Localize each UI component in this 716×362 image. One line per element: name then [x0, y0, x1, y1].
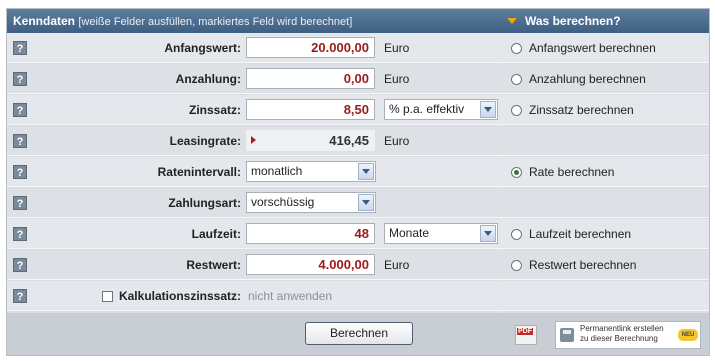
zinssatz-unit-value: % p.a. effektiv	[389, 102, 465, 116]
laufzeit-label: Laufzeit:	[191, 227, 241, 241]
row-anzahlung: ? Anzahlung: 0,00 Euro Anzahlung berechn…	[7, 64, 709, 94]
header-title-text: Kenndaten	[13, 14, 76, 28]
pdf-icon[interactable]: PDF	[515, 325, 537, 345]
anfangswert-input[interactable]: 20.000,00	[246, 37, 375, 58]
chevron-down-icon[interactable]	[480, 101, 496, 118]
footer-bar: Berechnen PDF Permanentlink erstellen zu…	[7, 313, 709, 355]
laufzeit-unit-select[interactable]: Monate	[384, 223, 498, 244]
help-icon[interactable]: ?	[13, 41, 27, 55]
row-laufzeit: ? Laufzeit: 48 Monate Laufzeit berechnen	[7, 219, 709, 249]
help-icon[interactable]: ?	[13, 196, 27, 210]
permalink-button[interactable]: Permanentlink erstellen zu dieser Berech…	[555, 321, 701, 349]
chevron-down-icon[interactable]	[358, 163, 374, 180]
chevron-down-icon[interactable]	[358, 194, 374, 211]
radio-anzahlung[interactable]: Anzahlung berechnen	[511, 72, 646, 86]
radio-selected-icon[interactable]	[511, 167, 522, 178]
leasingrate-output: 416,45	[246, 130, 375, 151]
berechnen-button[interactable]: Berechnen	[305, 322, 413, 345]
save-disk-icon	[560, 328, 574, 342]
anzahlung-label: Anzahlung:	[175, 72, 241, 86]
restwert-unit: Euro	[384, 258, 410, 272]
radio-icon[interactable]	[511, 229, 522, 240]
zinssatz-input[interactable]: 8,50	[246, 99, 375, 120]
help-icon[interactable]: ?	[13, 258, 27, 272]
anfangswert-unit: Euro	[384, 41, 410, 55]
anfangswert-label: Anfangswert:	[164, 41, 241, 55]
leasingrate-label: Leasingrate:	[169, 134, 241, 148]
radio-anzahlung-label: Anzahlung berechnen	[529, 72, 646, 86]
row-zahlungsart: ? Zahlungsart: vorschüssig	[7, 188, 709, 218]
radio-rate-label: Rate berechnen	[529, 165, 615, 179]
chevron-down-icon[interactable]	[480, 225, 496, 242]
calculated-marker-icon	[251, 136, 256, 144]
restwert-label: Restwert:	[186, 258, 241, 272]
radio-icon[interactable]	[511, 74, 522, 85]
restwert-input[interactable]: 4.000,00	[246, 254, 375, 275]
calculate-what-heading: Was berechnen?	[507, 14, 621, 28]
radio-icon[interactable]	[511, 105, 522, 116]
radio-laufzeit-label: Laufzeit berechnen	[529, 227, 632, 241]
help-icon[interactable]: ?	[13, 72, 27, 86]
help-icon[interactable]: ?	[13, 227, 27, 241]
radio-zinssatz[interactable]: Zinssatz berechnen	[511, 103, 634, 117]
laufzeit-input[interactable]: 48	[246, 223, 375, 244]
anzahlung-unit: Euro	[384, 72, 410, 86]
laufzeit-unit-value: Monate	[389, 226, 430, 240]
zahlungsart-select[interactable]: vorschüssig	[246, 192, 376, 213]
zinssatz-unit-select[interactable]: % p.a. effektiv	[384, 99, 498, 120]
radio-anfangswert[interactable]: Anfangswert berechnen	[511, 41, 656, 55]
radio-icon[interactable]	[511, 43, 522, 54]
permalink-line1: Permanentlink erstellen	[580, 324, 664, 333]
radio-rate[interactable]: Rate berechnen	[511, 165, 614, 179]
anzahlung-input[interactable]: 0,00	[246, 68, 375, 89]
ratenintervall-value: monatlich	[251, 164, 303, 178]
help-icon[interactable]: ?	[13, 289, 27, 303]
row-leasingrate: ? Leasingrate: 416,45 Euro	[7, 126, 709, 156]
row-restwert: ? Restwert: 4.000,00 Euro Restwert berec…	[7, 250, 709, 280]
kalkulationszins-label: Kalkulationszinssatz:	[101, 289, 241, 303]
permalink-text: Permanentlink erstellen zu dieser Berech…	[580, 324, 664, 344]
radio-icon[interactable]	[511, 260, 522, 271]
help-icon[interactable]: ?	[13, 134, 27, 148]
kalkulationszins-checkbox[interactable]	[101, 291, 113, 302]
help-icon[interactable]: ?	[13, 165, 27, 179]
panel-header: Kenndaten [weiße Felder ausfüllen, marki…	[7, 9, 709, 33]
zahlungsart-value: vorschüssig	[251, 195, 315, 209]
kalkulationszins-value: nicht anwenden	[248, 289, 333, 303]
leasingrate-unit: Euro	[384, 134, 410, 148]
calculate-what-label: Was berechnen?	[525, 14, 621, 28]
leasingrate-value: 416,45	[329, 133, 369, 148]
zinssatz-label: Zinssatz:	[188, 103, 241, 117]
calculator-panel: Kenndaten [weiße Felder ausfüllen, marki…	[6, 8, 710, 356]
pdf-label: PDF	[517, 328, 533, 335]
ratenintervall-label: Ratenintervall:	[157, 165, 241, 179]
row-anfangswert: ? Anfangswert: 20.000,00 Euro Anfangswer…	[7, 33, 709, 63]
header-subtitle: [weiße Felder ausfüllen, markiertes Feld…	[78, 16, 353, 28]
help-icon[interactable]: ?	[13, 103, 27, 117]
radio-laufzeit[interactable]: Laufzeit berechnen	[511, 227, 631, 241]
header-title: Kenndaten [weiße Felder ausfüllen, marki…	[13, 14, 352, 28]
row-ratenintervall: ? Ratenintervall: monatlich Rate berechn…	[7, 157, 709, 187]
radio-anfangswert-label: Anfangswert berechnen	[529, 41, 656, 55]
radio-restwert-label: Restwert berechnen	[529, 258, 637, 272]
new-badge: NEU	[678, 329, 698, 341]
permalink-line2: zu dieser Berechnung	[580, 334, 658, 343]
row-zinssatz: ? Zinssatz: 8,50 % p.a. effektiv Zinssat…	[7, 95, 709, 125]
triangle-down-icon	[507, 18, 517, 24]
kalkulationszins-label-text: Kalkulationszinssatz:	[118, 289, 241, 303]
radio-zinssatz-label: Zinssatz berechnen	[529, 103, 634, 117]
row-kalkulationszins: ? Kalkulationszinssatz: nicht anwenden	[7, 281, 709, 311]
zahlungsart-label: Zahlungsart:	[168, 196, 241, 210]
ratenintervall-select[interactable]: monatlich	[246, 161, 376, 182]
radio-restwert[interactable]: Restwert berechnen	[511, 258, 636, 272]
